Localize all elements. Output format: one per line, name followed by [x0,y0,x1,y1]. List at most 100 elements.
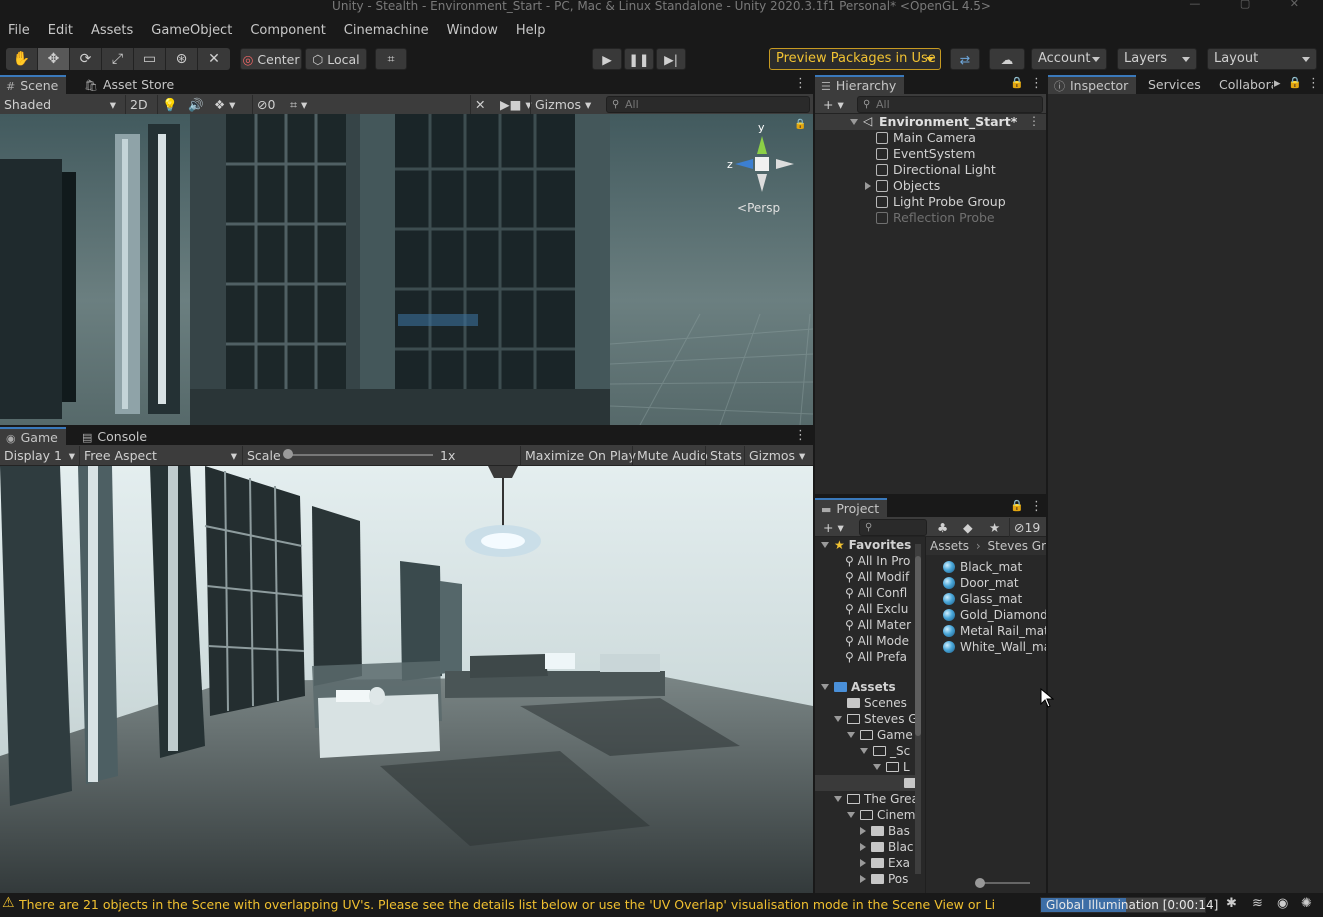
tools-icon[interactable]: ✕ [470,95,489,114]
tab-scene[interactable]: # Scene [0,75,67,94]
grid-toggle-icon[interactable]: ⌗ ▾ [286,95,311,114]
scale-tool-icon[interactable]: ⤢ [102,48,134,70]
scene-menu-icon[interactable]: ⋮ [1028,114,1040,128]
play-button[interactable]: ▶ [592,48,622,70]
scene-root-row[interactable]: ◁ Environment_Start* ⋮ [815,114,1046,130]
preview-packages-dropdown[interactable]: Preview Packages in Use [769,48,941,70]
icon-size-slider-handle[interactable] [975,878,985,888]
menu-edit[interactable]: Edit [48,23,73,38]
mute-audio-toggle[interactable]: Mute Audio [632,446,712,465]
grid-snap-button[interactable]: ⌗ [375,48,407,70]
lock-icon[interactable]: 🔒 [1010,499,1024,512]
effects-toggle-icon[interactable]: ❖ ▾ [210,95,239,114]
scene-viewport[interactable]: y z 🔒 <Persp [0,114,813,425]
menu-gameobject[interactable]: GameObject [151,23,232,38]
expand-arrow-icon[interactable] [860,843,866,851]
step-button[interactable]: ▶| [656,48,686,70]
auto-generate-icon[interactable]: ◉ [1277,896,1288,911]
menu-cinemachine[interactable]: Cinemachine [344,23,429,38]
rotate-tool-icon[interactable]: ⟳ [70,48,102,70]
layout-dropdown[interactable]: Layout [1207,48,1317,70]
expand-arrow-icon[interactable] [860,859,866,867]
expand-arrow-icon[interactable] [860,875,866,883]
transform-tool-icon[interactable]: ⊛ [166,48,198,70]
window-controls[interactable]: — ▢ ✕ [1189,0,1317,10]
projection-label[interactable]: <Persp [737,201,780,215]
tree-folder-item[interactable]: _Sc [860,743,921,759]
lock-icon[interactable]: 🔒 [1288,76,1302,89]
tree-scrollbar-thumb[interactable] [915,556,921,736]
asset-file-item[interactable]: Black_mat [943,559,1046,575]
global-illumination-progress[interactable]: Global Illumination [0:00:14] [1040,897,1218,913]
create-plus-icon[interactable]: + ▾ [819,95,848,114]
account-dropdown[interactable]: Account [1031,48,1107,70]
expand-arrow-icon[interactable] [847,732,855,738]
tree-folder-item[interactable]: The Grea [834,791,921,807]
bug-icon[interactable]: ✱ [1226,896,1237,911]
expand-arrow-icon[interactable] [873,764,881,770]
project-menu-icon[interactable]: ⋮ [1030,499,1043,514]
expand-arrow-icon[interactable] [850,119,858,125]
expand-arrow-icon[interactable] [860,827,866,835]
pivot-local-button[interactable]: ⬡ Local [305,48,367,70]
display-dropdown[interactable]: Display 1 ▾ [0,446,77,465]
favorite-star-icon[interactable]: ★ [985,518,1004,537]
asset-file-item[interactable]: Metal Rail_mat [943,623,1046,639]
breadcrumb-assets[interactable]: Assets [930,539,969,553]
scale-slider-handle[interactable] [283,449,293,459]
expand-arrow-icon[interactable] [821,684,829,690]
rect-tool-icon[interactable]: ▭ [134,48,166,70]
hierarchy-menu-icon[interactable]: ⋮ [1030,76,1043,91]
tree-folder-item[interactable]: Exa [860,855,921,871]
game-viewport[interactable] [0,466,813,893]
hierarchy-search-input[interactable]: ⚲ All [857,96,1043,113]
hand-tool-icon[interactable]: ✋ [6,48,38,70]
tree-folder-item[interactable]: Game [847,727,921,743]
tab-project[interactable]: ▬ Project [815,498,888,517]
layers-dropdown[interactable]: Layers [1117,48,1197,70]
favorite-item[interactable]: ⚲ All Modif [845,569,921,585]
assets-root[interactable]: Assets [821,679,896,695]
tab-scroll-right-icon[interactable]: ▸ [1274,76,1281,91]
lighting-toggle-icon[interactable]: 💡 [157,95,182,114]
tab-services[interactable]: Services [1142,75,1209,94]
status-message[interactable]: There are 21 objects in the Scene with o… [19,897,994,912]
expand-arrow-icon[interactable] [847,812,855,818]
2d-toggle[interactable]: 2D [125,95,151,114]
icon-size-slider[interactable] [978,882,1030,884]
project-search-input[interactable]: ⚲ [859,519,927,536]
favorites-header[interactable]: ★ Favorites [821,537,911,553]
expand-arrow-icon[interactable] [821,542,829,548]
favorite-item[interactable]: ⚲ All Mode [845,633,921,649]
tree-folder-item[interactable]: Blac [860,839,921,855]
tree-folder-item[interactable]: Pos [860,871,921,887]
favorite-item[interactable]: ⚲ All Confl [845,585,921,601]
filter-type-icon[interactable]: ♣ [933,518,952,537]
tab-game[interactable]: ◉ Game [0,427,66,446]
lock-icon[interactable]: 🔒 [794,119,806,130]
hidden-objects-toggle[interactable]: ⊘0 [252,95,279,114]
menu-window[interactable]: Window [447,23,498,38]
tree-folder-item[interactable]: Scenes [834,695,921,711]
aspect-dropdown[interactable]: Free Aspect ▾ [79,446,239,465]
tree-folder-item[interactable]: L [873,759,921,775]
custom-tool-icon[interactable]: ✕ [198,48,230,70]
scene-gizmos-dropdown[interactable]: Gizmos ▾ [530,95,596,114]
database-icon[interactable]: ≋ [1252,896,1263,911]
expand-arrow-icon[interactable] [865,182,871,190]
pause-button[interactable]: ❚❚ [624,48,654,70]
project-splitter[interactable] [925,537,926,893]
pivot-center-button[interactable]: ◎ Center [240,48,302,70]
game-gizmos-dropdown[interactable]: Gizmos ▾ [744,446,812,465]
scene-menu-icon[interactable]: ⋮ [794,76,807,91]
audio-toggle-icon[interactable]: 🔊 [184,95,208,114]
expand-arrow-icon[interactable] [834,796,842,802]
tree-folder-item[interactable]: Cinem [847,807,921,823]
breadcrumb-folder[interactable]: Steves Gre [988,539,1046,553]
lock-icon[interactable]: 🔒 [1010,76,1024,89]
scene-search-input[interactable]: ⚲ All [606,96,810,113]
shading-mode-dropdown[interactable]: Shaded ▾ [0,95,120,114]
filter-label-icon[interactable]: ◆ [959,518,977,537]
menu-component[interactable]: Component [250,23,325,38]
hierarchy-item[interactable]: Directional Light [815,162,1046,178]
